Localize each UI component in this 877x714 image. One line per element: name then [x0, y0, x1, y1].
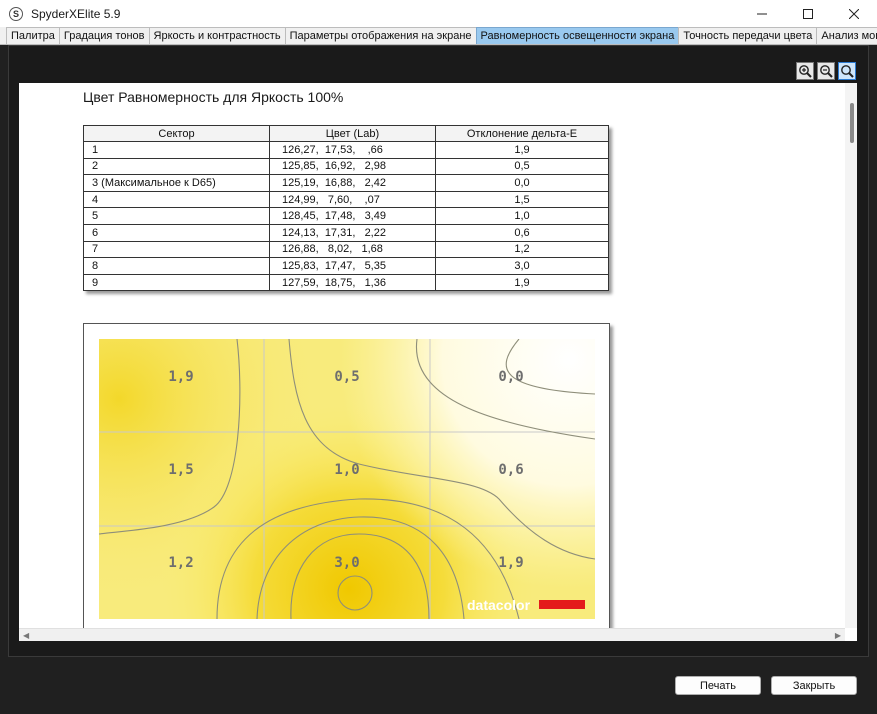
- table-row: 3 (Максимальное к D65) 125,19, 16,88, 2,4…: [83, 174, 609, 192]
- report-title: Цвет Равномерность для Яркость 100%: [83, 89, 344, 105]
- cell-sector: 1: [83, 141, 270, 159]
- cell-sector: 2: [83, 157, 270, 176]
- close-icon[interactable]: [831, 0, 877, 27]
- cell-sector: 6: [83, 223, 270, 242]
- cell-sector: 8: [83, 257, 270, 275]
- zoom-out-icon[interactable]: [817, 62, 835, 80]
- window-controls: [739, 0, 877, 27]
- vertical-scroll-thumb[interactable]: [850, 103, 854, 143]
- cell-sector: 9: [83, 273, 270, 292]
- tab-display-parameters[interactable]: Параметры отображения на экране: [284, 27, 477, 44]
- map-cell-label: 1,9: [168, 369, 193, 385]
- tab-tone-gradation[interactable]: Градация тонов: [58, 27, 150, 44]
- map-cell-label: 1,5: [168, 462, 193, 478]
- zoom-fit-icon[interactable]: [838, 62, 856, 80]
- cell-lab: 125,19, 16,88, 2,42: [269, 174, 436, 192]
- table-row: 2 125,85, 16,92, 2,98 0,5: [83, 157, 609, 176]
- cell-sector: 7: [83, 240, 270, 259]
- col-header-delta-e: Отклонение дельта-E: [435, 125, 609, 142]
- map-cell-label: 0,6: [498, 462, 523, 478]
- table-row: 6 124,13, 17,31, 2,22 0,6: [83, 223, 609, 242]
- window-title: SpyderXElite 5.9: [31, 6, 121, 21]
- cell-lab: 125,85, 16,92, 2,98: [269, 157, 436, 176]
- scroll-right-icon[interactable]: ▶: [835, 631, 841, 640]
- maximize-icon[interactable]: [785, 0, 831, 27]
- tab-monitor-analysis[interactable]: Анализ монитора: [816, 27, 877, 44]
- table-row: 1 126,27, 17,53, ,66 1,9: [83, 141, 609, 159]
- datacolor-logo-bar: [539, 600, 585, 609]
- cell-sector: 5: [83, 207, 270, 225]
- close-button[interactable]: Закрыть: [771, 676, 857, 695]
- uniformity-heatmap: 1,9 0,5 0,0 1,5 1,0 0,6 1,2 3,0 1,9 data…: [99, 339, 595, 619]
- cell-delta-e: 0,5: [435, 157, 609, 176]
- cell-lab: 128,45, 17,48, 3,49: [269, 207, 436, 225]
- report-panel: Цвет Равномерность для Яркость 100% Сект…: [8, 45, 869, 657]
- cell-lab: 127,59, 18,75, 1,36: [269, 273, 436, 292]
- table-row: 9 127,59, 18,75, 1,36 1,9: [83, 273, 609, 292]
- cell-lab: 126,88, 8,02, 1,68: [269, 240, 436, 259]
- cell-lab: 125,83, 17,47, 5,35: [269, 257, 436, 275]
- map-cell-label: 3,0: [334, 555, 359, 571]
- col-header-sector: Сектор: [83, 125, 270, 142]
- cell-delta-e: 1,9: [435, 273, 609, 292]
- map-cell-label: 1,0: [334, 462, 359, 478]
- cell-sector: 3 (Максимальное к D65): [83, 174, 270, 192]
- map-cell-label: 0,0: [498, 369, 523, 385]
- zoom-in-icon[interactable]: [796, 62, 814, 80]
- minimize-icon[interactable]: [739, 0, 785, 27]
- cell-lab: 124,13, 17,31, 2,22: [269, 223, 436, 242]
- title-bar: S SpyderXElite 5.9: [0, 0, 877, 27]
- horizontal-scrollbar[interactable]: ◀ ▶: [19, 628, 845, 641]
- uniformity-map: 1,9 0,5 0,0 1,5 1,0 0,6 1,2 3,0 1,9 data…: [83, 323, 610, 633]
- table-row: 4 124,99, 7,60, ,07 1,5: [83, 190, 609, 209]
- cell-delta-e: 1,5: [435, 190, 609, 209]
- table-row: 5 128,45, 17,48, 3,49 1,0: [83, 207, 609, 225]
- sector-table: Сектор Цвет (Lab) Отклонение дельта-E 11…: [83, 125, 609, 292]
- tab-brightness-contrast[interactable]: Яркость и контрастность: [148, 27, 286, 44]
- app-icon: S: [9, 6, 23, 21]
- cell-delta-e: 0,0: [435, 174, 609, 192]
- datacolor-logo: datacolor: [467, 597, 531, 613]
- table-row: 8 125,83, 17,47, 5,35 3,0: [83, 257, 609, 275]
- tab-strip: Палитра Градация тонов Яркость и контрас…: [0, 27, 877, 45]
- cell-delta-e: 1,0: [435, 207, 609, 225]
- map-cell-label: 1,9: [498, 555, 523, 571]
- tab-color-accuracy[interactable]: Точность передачи цвета: [678, 27, 818, 44]
- cell-delta-e: 1,2: [435, 240, 609, 259]
- report-viewport: Цвет Равномерность для Яркость 100% Сект…: [19, 83, 857, 641]
- map-cell-label: 0,5: [334, 369, 359, 385]
- print-button[interactable]: Печать: [675, 676, 761, 695]
- col-header-lab: Цвет (Lab): [269, 125, 436, 142]
- cell-lab: 126,27, 17,53, ,66: [269, 141, 436, 159]
- tab-screen-uniformity[interactable]: Равномерность освещенности экрана: [475, 27, 680, 44]
- cell-delta-e: 1,9: [435, 141, 609, 159]
- cell-delta-e: 0,6: [435, 223, 609, 242]
- vertical-scrollbar[interactable]: [845, 83, 857, 628]
- cell-lab: 124,99, 7,60, ,07: [269, 190, 436, 209]
- map-cell-label: 1,2: [168, 555, 193, 571]
- tab-palette[interactable]: Палитра: [6, 27, 60, 44]
- scroll-left-icon[interactable]: ◀: [23, 631, 29, 640]
- table-row: 7 126,88, 8,02, 1,68 1,2: [83, 240, 609, 259]
- cell-sector: 4: [83, 190, 270, 209]
- zoom-toolbar: [796, 62, 856, 80]
- cell-delta-e: 3,0: [435, 257, 609, 275]
